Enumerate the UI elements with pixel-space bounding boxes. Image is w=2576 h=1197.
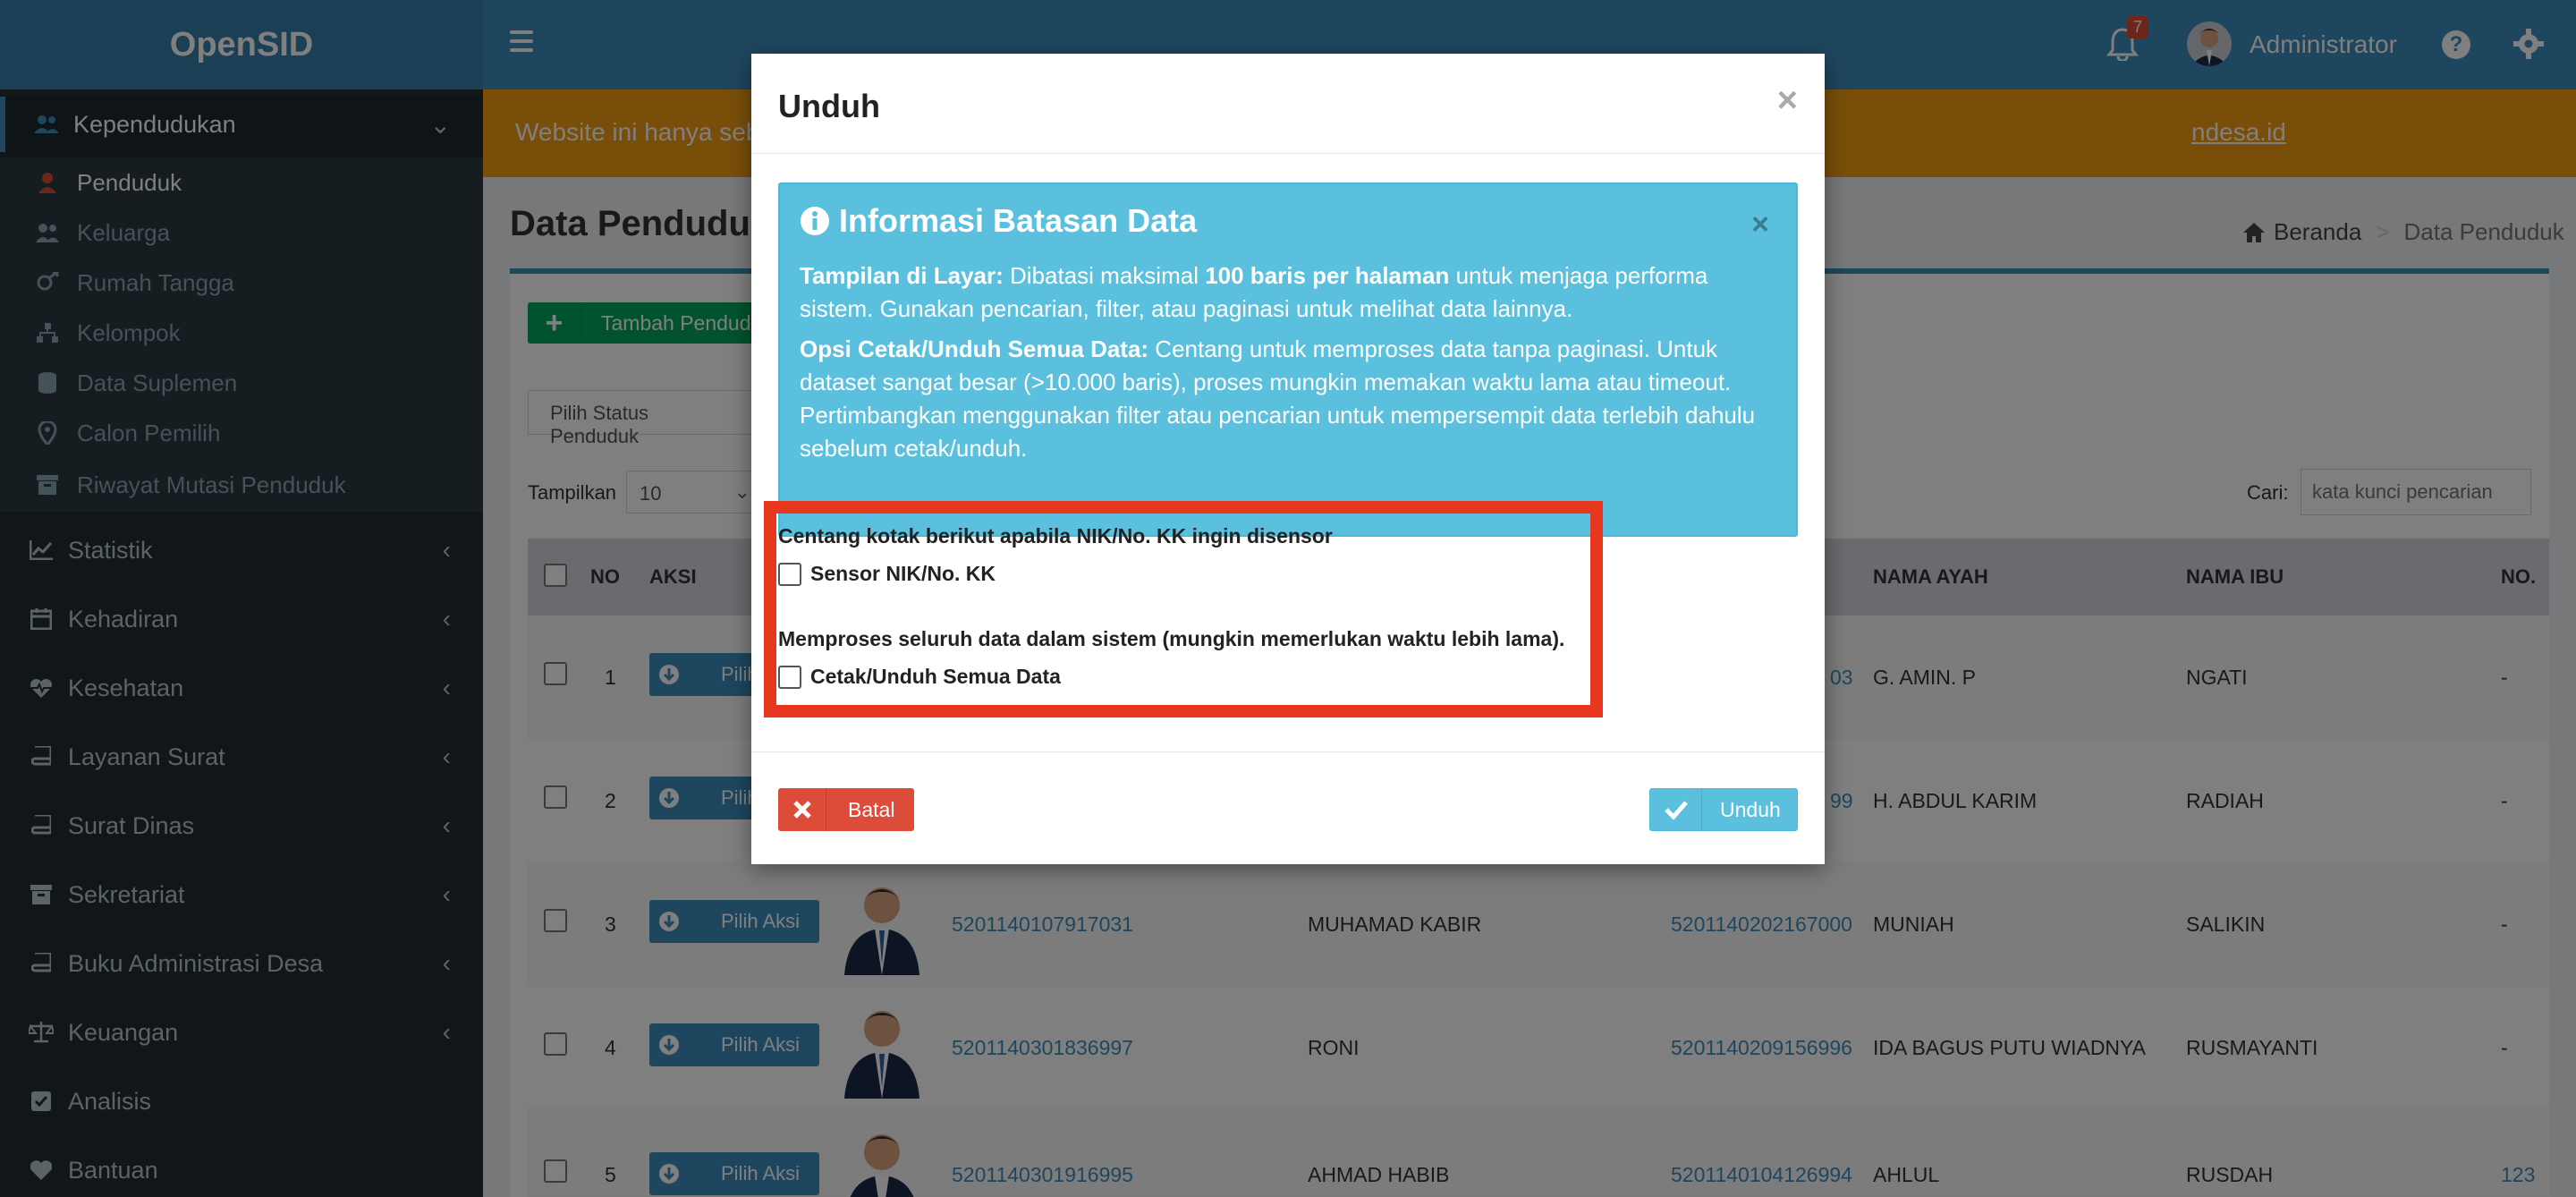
censor-option[interactable]: Sensor NIK/No. KK <box>778 562 996 586</box>
cancel-label: Batal <box>848 797 895 821</box>
download-button[interactable]: Unduh <box>1649 788 1798 831</box>
process-all-checkbox[interactable] <box>778 665 801 689</box>
process-all-label[interactable]: Cetak/Unduh Semua Data <box>810 665 1061 689</box>
download-modal: Unduh × Informasi Batasan Data × Tampila… <box>751 54 1825 864</box>
info-callout-title: Informasi Batasan Data <box>800 202 1197 240</box>
modal-footer: Batal Unduh <box>751 751 1825 864</box>
censor-label[interactable]: Sensor NIK/No. KK <box>810 562 996 586</box>
check-icon <box>1650 789 1702 830</box>
close-icon[interactable]: × <box>1777 81 1798 121</box>
info-paragraph-print: Opsi Cetak/Unduh Semua Data: Centang unt… <box>800 333 1784 465</box>
info-title-text: Informasi Batasan Data <box>839 202 1198 239</box>
info-callout: Informasi Batasan Data × Tampilan di Lay… <box>778 183 1798 537</box>
modal-title: Unduh <box>778 88 880 124</box>
censor-instruction: Centang kotak berikut apabila NIK/No. KK… <box>778 524 1333 548</box>
info-p1-text: Dibatasi maksimal <box>1003 262 1206 289</box>
censor-checkbox[interactable] <box>778 562 801 586</box>
info-p2-bold: Opsi Cetak/Unduh Semua Data: <box>800 335 1149 362</box>
info-icon <box>801 207 829 235</box>
process-all-instruction: Memproses seluruh data dalam sistem (mun… <box>778 627 1565 650</box>
close-icon[interactable]: × <box>1751 208 1769 242</box>
info-p1-bold: Tampilan di Layar: <box>800 262 1004 289</box>
modal-header: Unduh × <box>751 54 1825 154</box>
process-all-option[interactable]: Cetak/Unduh Semua Data <box>778 665 1061 689</box>
info-paragraph-display: Tampilan di Layar: Dibatasi maksimal 100… <box>800 259 1784 326</box>
cancel-button[interactable]: Batal <box>778 788 914 831</box>
info-p1-bold2: 100 baris per halaman <box>1205 262 1450 289</box>
close-icon <box>778 788 826 831</box>
download-label: Unduh <box>1720 797 1781 821</box>
